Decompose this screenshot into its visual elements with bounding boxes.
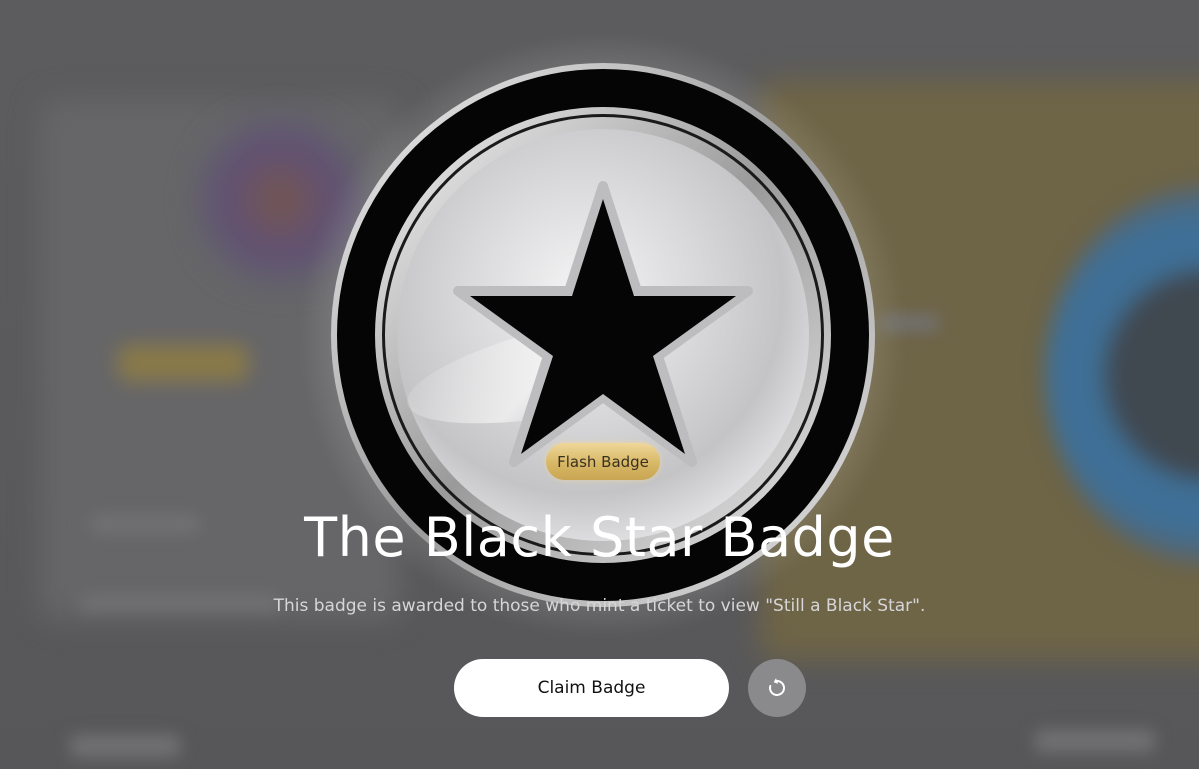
flash-badge-tag: Flash Badge — [546, 443, 660, 480]
refresh-icon — [769, 678, 785, 696]
badge-description: This badge is awarded to those who mint … — [273, 596, 926, 616]
background-text-line — [1035, 730, 1155, 752]
background-text-line — [70, 735, 180, 757]
refresh-button[interactable] — [748, 659, 806, 717]
claim-badge-button[interactable]: Claim Badge — [454, 659, 729, 717]
background-chip — [118, 345, 248, 381]
badge-title: The Black Star Badge — [304, 506, 895, 569]
